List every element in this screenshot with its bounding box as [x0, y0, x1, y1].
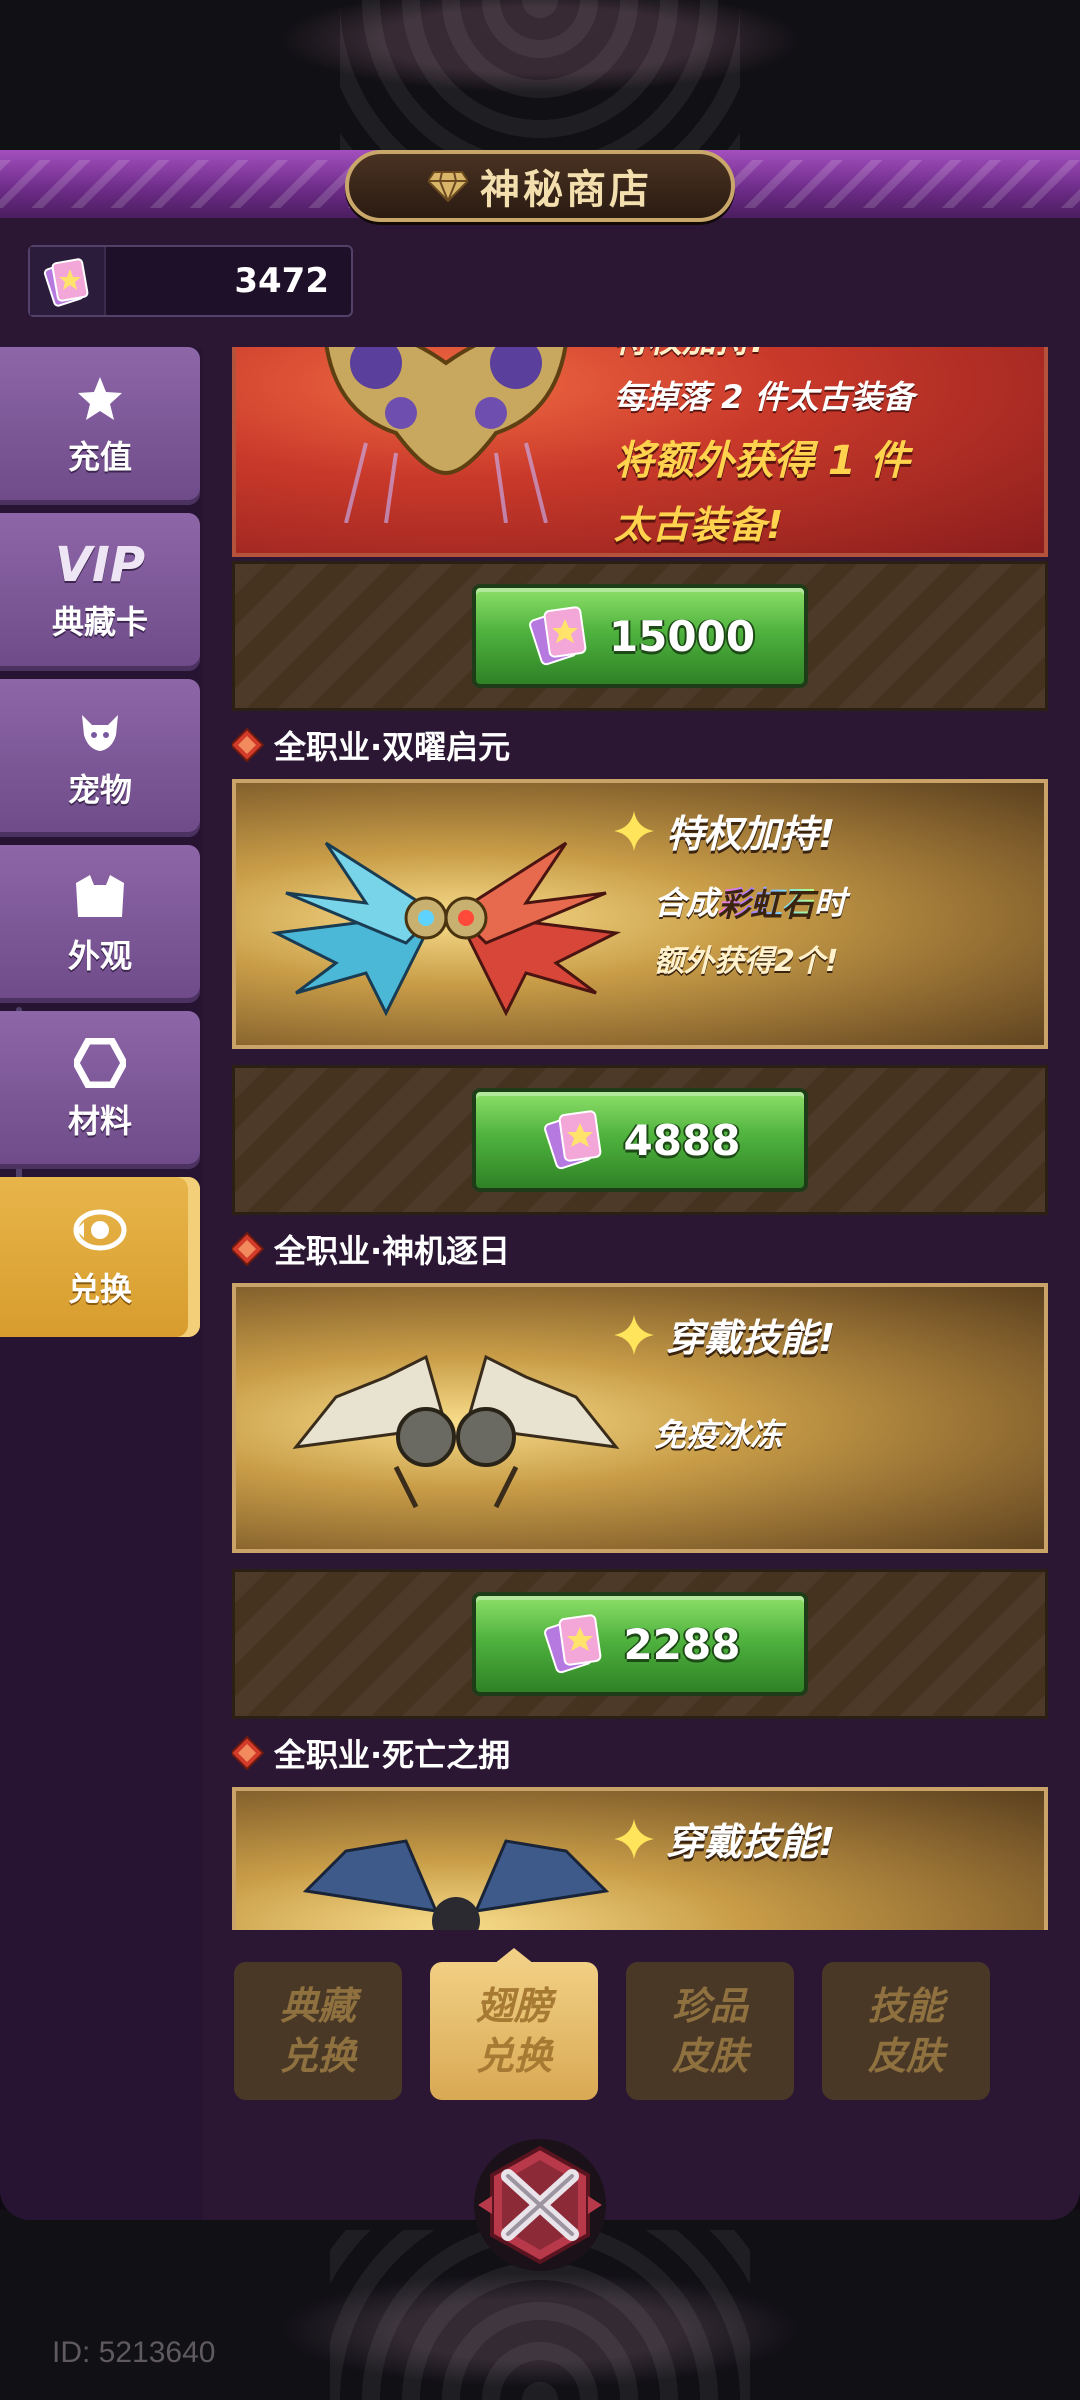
diamond-icon — [428, 171, 468, 202]
price-label: 4888 — [623, 1115, 741, 1165]
card-gem-icon — [543, 1110, 601, 1170]
sidebar-item-exchange[interactable]: 兑换 — [0, 1177, 200, 1337]
sparkle-icon — [614, 1818, 654, 1859]
red-diamond-icon — [232, 728, 264, 762]
sidebar-item-label: 充值 — [67, 438, 132, 476]
rainbow-stone-text: 彩虹石 — [718, 884, 815, 922]
item-banner[interactable]: 穿戴技能! 免疫冰冻 — [232, 1283, 1048, 1553]
tab-collection-exchange[interactable]: 典藏 兑换 — [234, 1962, 402, 2100]
card-gem-icon — [543, 1614, 601, 1674]
red-diamond-icon — [232, 1232, 264, 1266]
wing-artwork — [270, 841, 622, 1017]
sidebar-item-recharge[interactable]: 充值 — [0, 347, 200, 505]
pet-icon — [82, 715, 118, 751]
sidebar-item-vip[interactable]: VIP 典藏卡 — [0, 513, 200, 671]
title-plate: 神秘商店 — [345, 150, 735, 222]
perk-line: 太古装备! — [614, 503, 784, 547]
top-decor — [0, 0, 1080, 150]
item-banner[interactable]: 特权加持! 合成彩虹石时 额外获得2个! — [232, 779, 1048, 1049]
tab-skill-skins[interactable]: 技能 皮肤 — [822, 1962, 990, 2100]
red-diamond-icon — [232, 1736, 264, 1770]
caret-up-icon — [494, 1948, 534, 1964]
card-gem-icon — [529, 606, 587, 666]
sidebar-item-label: 材料 — [67, 1102, 132, 1140]
hexagon-icon — [74, 1038, 126, 1088]
perk-text: 特权加持! 合成彩虹石时 额外获得2个! — [614, 803, 984, 980]
tab-label: 翅膀 兑换 — [475, 1984, 552, 2078]
perk-text: 穿戴技能! 免疫冰冻 — [614, 1307, 984, 1456]
perk-line: 免疫冰冻 — [654, 1416, 783, 1454]
exchange-list[interactable]: 特权加持! 每掉落 2 件太古装备 将额外获得 1 件 太古装备! 15000 — [232, 347, 1050, 1930]
perk-title: 穿戴技能! — [666, 1820, 836, 1864]
perk-text-part: 时 — [814, 884, 847, 922]
armor-icon — [76, 875, 124, 917]
tab-label: 典藏 兑换 — [279, 1984, 356, 2078]
page-title: 神秘商店 — [480, 167, 652, 213]
perk-line: 合成彩虹石时 — [654, 878, 984, 924]
item-title: 全职业·神机逐日 — [232, 1221, 510, 1277]
category-sidebar: 充值 VIP 典藏卡 宠物 外观 材料 兑换 — [0, 347, 202, 2220]
item-name: 全职业·神机逐日 — [274, 1232, 511, 1270]
item-banner[interactable]: 特权加持! 每掉落 2 件太古装备 将额外获得 1 件 太古装备! — [232, 347, 1048, 557]
user-id: ID: 5213640 — [52, 2336, 216, 2369]
perk-title: 特权加持! — [666, 812, 836, 856]
item-footer: 2288 — [232, 1569, 1048, 1719]
perk-line: 额外获得2个! — [654, 944, 839, 979]
currency-value: 3472 — [234, 261, 329, 301]
item-name: 全职业·死亡之拥 — [274, 1736, 511, 1774]
perk-text-part: 合成 — [654, 884, 719, 922]
item-footer: 4888 — [232, 1065, 1048, 1215]
buy-button[interactable]: 15000 — [472, 584, 808, 688]
wing-artwork — [292, 1354, 620, 1509]
sidebar-item-label: 宠物 — [67, 771, 132, 809]
perk-text: 穿戴技能! — [614, 1811, 984, 1866]
sidebar-item-appearance[interactable]: 外观 — [0, 845, 200, 1003]
price-label: 15000 — [608, 611, 756, 661]
tab-wing-exchange[interactable]: 翅膀 兑换 — [430, 1962, 598, 2100]
card-gem-icon — [30, 247, 106, 315]
item-banner[interactable]: 穿戴技能! — [232, 1787, 1048, 1930]
buy-button[interactable]: 4888 — [472, 1088, 808, 1192]
sparkle-icon — [614, 810, 654, 851]
exchange-icon — [73, 1209, 127, 1251]
perk-line: 将额外获得 1 件 — [614, 438, 910, 484]
sidebar-item-pet[interactable]: 宠物 — [0, 679, 200, 837]
perk-title: 穿戴技能! — [666, 1316, 836, 1360]
perk-line: 每掉落 2 件太古装备 — [614, 378, 915, 416]
wing-artwork — [302, 1839, 610, 1930]
currency-display: 3472 — [28, 245, 353, 317]
perk-text: 特权加持! 每掉落 2 件太古装备 将额外获得 1 件 太古装备! — [614, 347, 994, 549]
sidebar-item-label: 兑换 — [67, 1270, 132, 1308]
vip-label: VIP — [54, 537, 146, 593]
tab-rare-skins[interactable]: 珍品 皮肤 — [626, 1962, 794, 2100]
perk-title: 特权加持! — [614, 347, 994, 362]
shop-panel: 神秘商店 3472 充值 VIP 典藏卡 宠物 外观 材料 兑换 每掉落 2 件… — [0, 150, 1080, 2220]
star-icon — [78, 377, 122, 420]
item-title: 全职业·双曜启元 — [232, 717, 510, 773]
price-label: 2288 — [623, 1619, 741, 1669]
tab-label: 珍品 皮肤 — [671, 1984, 748, 2078]
close-button[interactable] — [470, 2130, 610, 2280]
tab-label: 技能 皮肤 — [867, 1984, 944, 2078]
item-title: 全职业·死亡之拥 — [232, 1725, 510, 1781]
buy-button[interactable]: 2288 — [472, 1592, 808, 1696]
item-artwork — [324, 347, 568, 523]
item-footer: 15000 — [232, 561, 1048, 711]
sidebar-item-label: 典藏卡 — [51, 603, 148, 641]
sparkle-icon — [614, 1314, 654, 1355]
sidebar-item-label: 外观 — [67, 937, 132, 975]
sidebar-item-materials[interactable]: 材料 — [0, 1011, 200, 1169]
item-name: 全职业·双曜启元 — [274, 728, 511, 766]
